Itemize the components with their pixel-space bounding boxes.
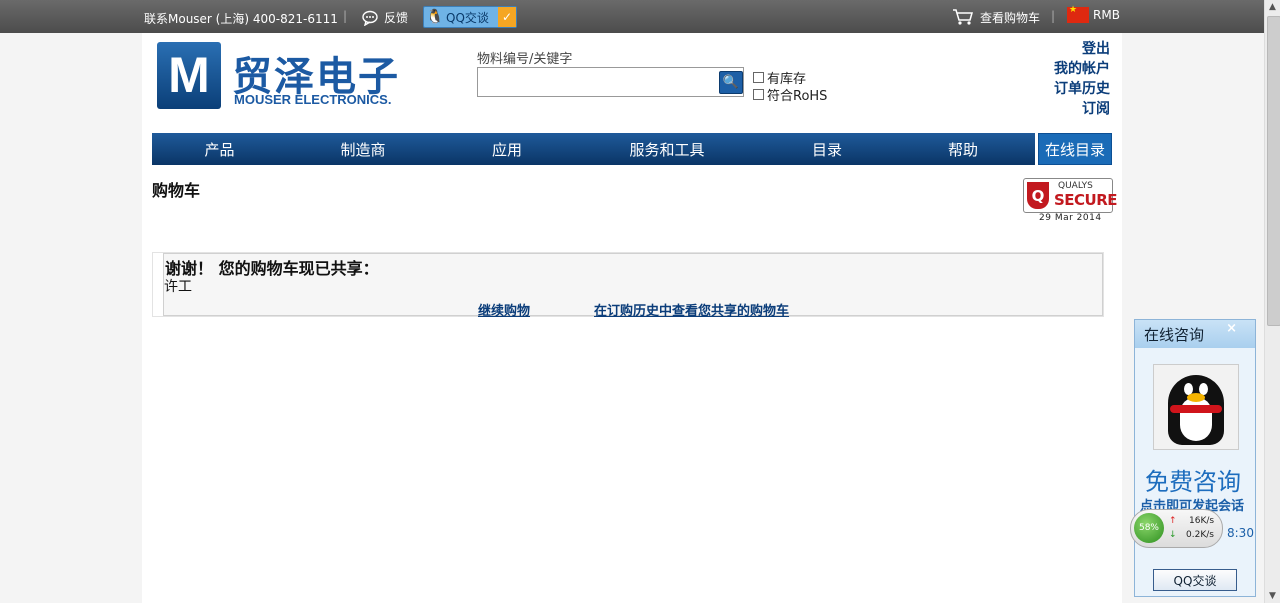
- share-confirmation: 谢谢！ 您的购物车现已共享：: [165, 259, 379, 278]
- qq-chat-widget-button[interactable]: QQ交谈: [1153, 569, 1237, 591]
- penguin-belly: [1180, 397, 1212, 441]
- qualys-shield-icon: Q: [1027, 182, 1049, 209]
- rohs-label: 符合RoHS: [767, 89, 828, 104]
- search-button[interactable]: 🔍: [719, 71, 743, 94]
- nav-applications[interactable]: 应用: [439, 133, 575, 165]
- search-icon: 🔍: [722, 75, 740, 90]
- penguin-beak: [1187, 393, 1205, 402]
- close-icon[interactable]: ×: [1226, 314, 1237, 344]
- view-cart-link[interactable]: 查看购物车: [952, 8, 1040, 26]
- mouser-logo[interactable]: M 贸泽电子 MOUSER ELECTRONICS.: [157, 42, 407, 112]
- currency-label: RMB: [1093, 8, 1120, 22]
- nav-online-catalog[interactable]: 在线目录: [1038, 133, 1112, 165]
- rohs-checkbox[interactable]: 符合RoHS: [753, 85, 827, 104]
- free-consult-text: 免费咨询: [1145, 468, 1241, 496]
- shared-recipient: 许工: [164, 279, 192, 295]
- logo-english: MOUSER ELECTRONICS.: [234, 92, 392, 107]
- subscribe-link[interactable]: 订阅: [1054, 99, 1110, 119]
- nav-help[interactable]: 帮助: [895, 133, 1031, 165]
- view-cart-label: 查看购物车: [980, 10, 1041, 25]
- download-speed: 0.2K/s: [1186, 530, 1214, 540]
- feedback-link[interactable]: 反馈: [362, 9, 408, 26]
- nav-products[interactable]: 产品: [152, 133, 287, 165]
- divider: |: [1051, 9, 1056, 23]
- upload-arrow-icon: ↑: [1169, 516, 1177, 526]
- chat-bubble-icon: [362, 10, 378, 26]
- upload-speed: 16K/s: [1189, 516, 1215, 526]
- qq-penguin-icon: 🐧: [426, 9, 444, 25]
- hours-text: 8:30: [1227, 526, 1254, 540]
- scroll-thumb[interactable]: [1267, 16, 1280, 326]
- account-links: 登出 我的帐户 订单历史 订阅: [1054, 39, 1110, 119]
- view-shared-cart-link[interactable]: 在订购历史中查看您共享的购物车: [594, 300, 789, 319]
- check-icon: ✓: [498, 7, 516, 27]
- vertical-scrollbar[interactable]: ▲ ▼: [1264, 0, 1280, 603]
- search-input[interactable]: [477, 67, 744, 97]
- feedback-label: 反馈: [384, 11, 409, 25]
- continue-shopping-link[interactable]: 继续购物: [478, 300, 530, 319]
- widget-header: 在线咨询 ×: [1135, 320, 1255, 348]
- china-flag-icon: [1067, 5, 1089, 23]
- page-title: 购物车: [152, 181, 201, 200]
- top-bar: 联系Mouser (上海) 400-821-6111 | 反馈 🐧 QQ交谈 ✓…: [0, 0, 1264, 33]
- order-history-link[interactable]: 订单历史: [1054, 79, 1110, 99]
- secure-label: SECURE: [1054, 191, 1118, 209]
- nav-manufacturers[interactable]: 制造商: [287, 133, 439, 165]
- my-account-link[interactable]: 我的帐户: [1054, 59, 1110, 79]
- qq-chat-button[interactable]: 🐧 QQ交谈 ✓: [423, 6, 517, 28]
- divider: |: [343, 9, 348, 23]
- online-consult-widget: 在线咨询 × 免费咨询 点击即可发起会话 8:30 QQ交谈: [1134, 319, 1256, 597]
- penguin-scarf: [1170, 405, 1222, 413]
- checkbox[interactable]: [753, 72, 764, 83]
- network-speed-meter[interactable]: 58% ↑ 16K/s ↓ 0.2K/s: [1130, 509, 1223, 548]
- cart-icon: [953, 9, 973, 25]
- download-arrow-icon: ↓: [1169, 530, 1177, 540]
- currency-selector[interactable]: RMB: [1067, 5, 1120, 23]
- scroll-down-icon[interactable]: ▼: [1269, 591, 1276, 601]
- qq-penguin-avatar: [1153, 364, 1239, 450]
- scroll-up-icon[interactable]: ▲: [1269, 2, 1276, 12]
- contact-phone: 联系Mouser (上海) 400-821-6111: [144, 12, 338, 26]
- search-label: 物料编号/关键字: [477, 52, 573, 67]
- main-nav: 产品 制造商 应用 服务和工具 目录 帮助: [152, 133, 1035, 165]
- qq-chat-label: QQ交谈: [446, 10, 489, 25]
- qualys-date: 29 Mar 2014: [1039, 213, 1102, 223]
- cpu-percent: 58%: [1134, 513, 1164, 543]
- checkbox[interactable]: [753, 89, 764, 100]
- qualys-label: QUALYS: [1058, 181, 1093, 191]
- page-container: M 贸泽电子 MOUSER ELECTRONICS. 物料编号/关键字 🔍 有库…: [142, 33, 1122, 603]
- qualys-secure-badge[interactable]: Q QUALYS SECURE: [1023, 178, 1118, 213]
- logo-mark: M: [157, 42, 221, 109]
- logout-link[interactable]: 登出: [1054, 39, 1110, 59]
- widget-title: 在线咨询: [1144, 326, 1205, 344]
- nav-services-tools[interactable]: 服务和工具: [575, 133, 759, 165]
- nav-catalog[interactable]: 目录: [759, 133, 895, 165]
